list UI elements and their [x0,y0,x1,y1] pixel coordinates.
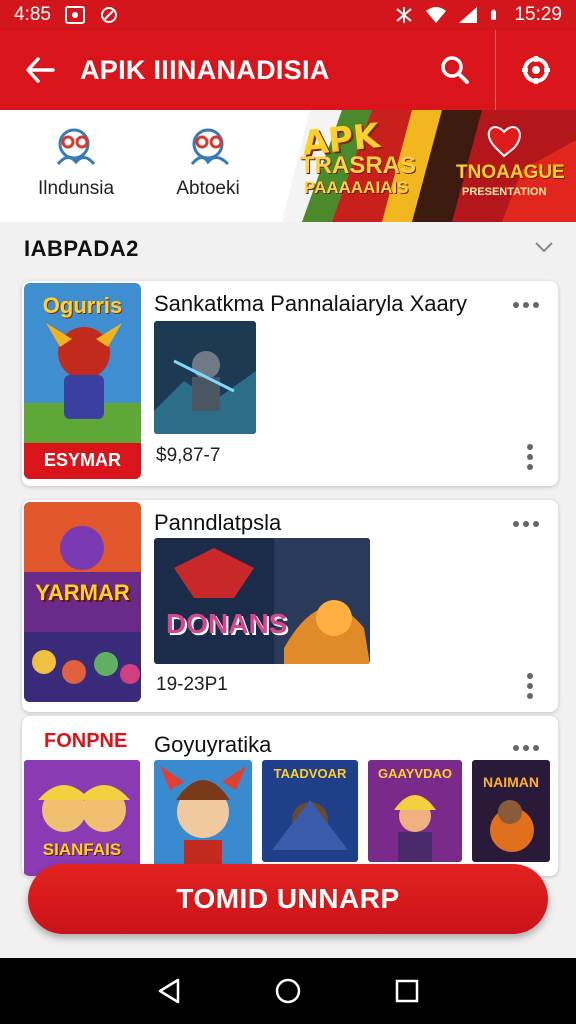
account-gear-icon [522,56,550,84]
wifi-icon [426,7,447,23]
chevron-down-icon[interactable] [534,240,554,254]
status-time-left: 4:85 [14,4,51,25]
app-screenshot[interactable] [154,321,256,434]
app-thumbnail[interactable]: NAIMAN [472,760,550,862]
poster-title: FONPNE [44,730,128,752]
nfc-icon [396,7,413,23]
thumbnail-label: SIANFAIS [42,840,122,859]
status-bar: 4:85 15:29 [0,0,576,30]
search-icon [441,56,469,84]
search-button[interactable] [415,30,495,110]
promo-banner[interactable]: APK TRASRAS PAAAAAIAIS TNOAAGUE PRESENTA… [282,110,576,222]
poster-badge: ESYMAR [43,450,121,470]
sync-notification-icon [100,7,117,23]
app-screenshot[interactable]: DONANS [154,538,370,664]
app-thumbnail[interactable]: SIANFAIS [24,760,140,876]
primary-action-button[interactable]: TOMID UNNARP [28,864,548,934]
category-row: Ilndunsia Abtoeki APK TRASRAS PAAAAAIAIS… [0,110,576,222]
poster-title: Ogurris [42,293,123,318]
more-horizontal-icon[interactable] [512,744,540,752]
arrow-left-icon [26,57,55,83]
app-poster: YARMAR [24,502,141,702]
poster-title: YARMAR [35,580,130,605]
people-icon [190,128,230,166]
screenshot-title: DONANS [166,608,288,639]
more-vertical-icon[interactable] [526,443,534,471]
signal-icon [459,7,478,23]
status-time-right: 15:29 [514,4,562,25]
home-circle-icon[interactable] [274,977,302,1005]
thumbnail-art [154,760,252,876]
app-card[interactable]: FONPNE Goyuyratika SIANFAIS TAADVOAR GAA… [22,716,558,876]
category-item-2[interactable]: Abtoeki [148,124,268,200]
more-horizontal-icon[interactable] [512,520,540,528]
app-price: $9,87-7 [156,445,221,466]
app-title: Panndlatpsla [154,510,282,535]
category-label: Ilndunsia [37,178,115,199]
app-title: Goyuyratika [154,732,272,757]
screenshot-art [154,321,256,434]
recents-square-icon[interactable] [394,978,420,1004]
app-bar: APIK IIINANADISIA [0,30,576,110]
app-title: Sankatkma Pannalaiaryla Xaary [154,291,468,316]
app-thumbnail[interactable] [154,760,252,876]
app-thumbnail[interactable]: TAADVOAR [262,760,358,862]
app-title: APIK IIINANADISIA [80,54,330,85]
app-card[interactable]: Ogurris ESYMAR Sankatkma Pannalaiaryla X… [22,281,558,486]
screenshot-art [154,538,370,664]
app-poster: Ogurris ESYMAR [24,283,141,479]
app-thumbnail[interactable]: GAAYVDAO [368,760,462,862]
battery-icon [491,9,497,20]
thumbnail-title: TAADVOAR [273,766,347,781]
thumbnail-title: GAAYVDAO [378,766,452,781]
section-title: IABPADA2 [24,236,139,261]
photo-notification-icon [64,6,85,24]
promo-right-title: TNOAAGUE [456,162,565,183]
thumbnail-title: NAIMAN [483,774,539,790]
more-horizontal-icon[interactable] [512,301,540,309]
more-vertical-icon[interactable] [526,672,534,700]
promo-line-1: TRASRAS [300,152,417,179]
back-triangle-icon[interactable] [156,977,182,1005]
system-nav-bar [0,958,576,1024]
people-icon [56,128,96,165]
app-price: 19-23P1 [156,674,228,695]
back-button[interactable] [0,30,80,110]
app-card[interactable]: YARMAR Panndlatpsla DONANS 19-23P1 [22,500,558,712]
promo-line-2: PAAAAAIAIS [304,178,409,197]
category-item-1[interactable]: Ilndunsia [16,124,136,200]
promo-right-sub: PRESENTATION [462,186,547,198]
account-button[interactable] [496,30,576,110]
category-label: Abtoeki [176,178,240,199]
